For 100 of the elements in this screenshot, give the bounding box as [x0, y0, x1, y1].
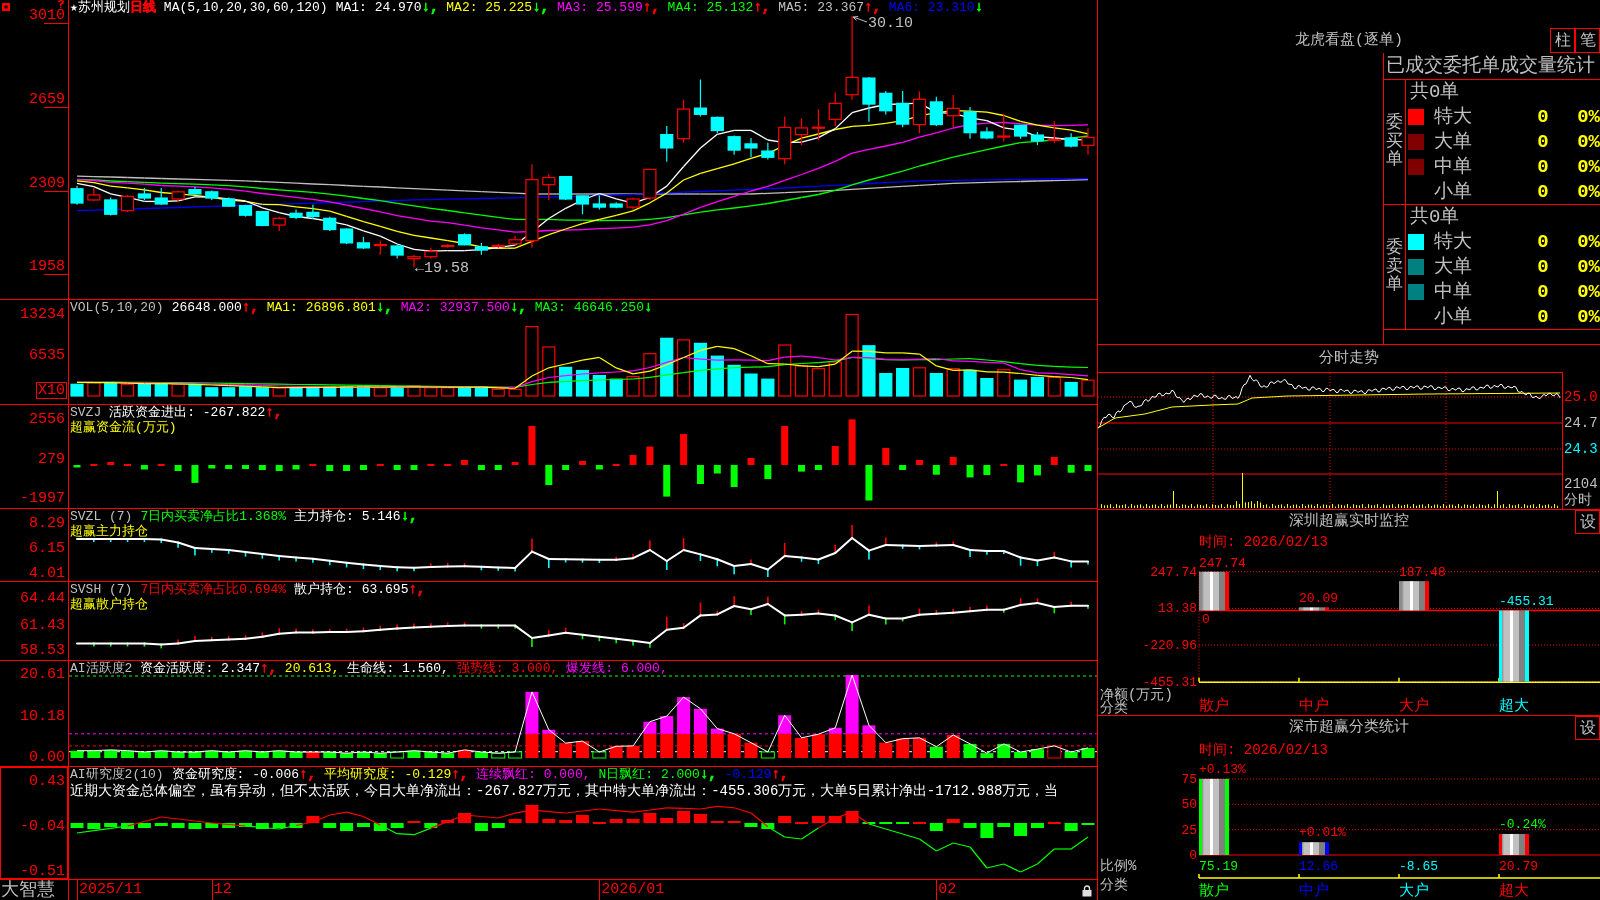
value-label: 20.79 — [1499, 859, 1538, 874]
value-label: -8.65 — [1399, 859, 1438, 874]
category-label: 超大 — [1499, 698, 1529, 715]
legend-text: 连续飘红: 0.000, — [476, 767, 591, 782]
legend-text: 资金活跃度: 2.347 — [140, 661, 260, 676]
bar — [1499, 833, 1529, 855]
trend-arrow: ↑, — [753, 0, 771, 15]
axis-label: 75 — [1181, 772, 1197, 787]
brand-label: 大智慧 — [0, 880, 55, 900]
legend-text: 20.613, — [284, 661, 340, 676]
order-size-label: 大单 — [1433, 130, 1472, 153]
legend-text: MA5: 23.367 — [778, 0, 865, 15]
axis-label: 25 — [1181, 822, 1197, 838]
price-label: 24.3 — [1564, 441, 1598, 457]
bar — [1399, 581, 1429, 611]
axis-label: 2659 — [29, 92, 65, 108]
bar — [1199, 571, 1229, 611]
order-count: 0 — [1537, 230, 1549, 253]
view-button[interactable]: 笔 — [1575, 28, 1600, 53]
axis-label: 2556 — [29, 412, 65, 428]
table-title: 已成交委托单成交量统计 — [1386, 55, 1595, 77]
value-label: 12.66 — [1299, 859, 1338, 874]
order-size-label: 小单 — [1433, 305, 1472, 328]
legend-text: MA1: 26896.801 — [266, 300, 376, 315]
axis-label: 8.29 — [29, 515, 65, 532]
legend-text: MA1: 24.970 — [335, 0, 422, 15]
order-count: 0 — [1537, 155, 1549, 178]
leader-arrow — [852, 16, 868, 23]
value-label: 75.19 — [1199, 859, 1238, 874]
order-share: 0% — [1577, 180, 1600, 203]
order-share: 0% — [1577, 105, 1600, 128]
low-price-label: ←19.58 — [415, 260, 469, 278]
legend-text: 爆发线: 6.000, — [566, 661, 668, 676]
legend-text: MA2: 32937.500 — [400, 300, 510, 315]
axis-title: 分类 — [1100, 700, 1128, 715]
axis-label: 0 — [1189, 848, 1197, 863]
order-count: 0 — [1537, 130, 1549, 153]
legend-text: 资金研究度: -0.006 — [171, 767, 300, 782]
order-size-label: 大单 — [1433, 255, 1472, 278]
axis-label: -220.96 — [1142, 638, 1197, 654]
change-label: +0.13% — [1199, 761, 1246, 777]
trend-arrow: ↓ — [643, 300, 653, 315]
change-label: +0.01% — [1299, 825, 1346, 841]
trend-arrow: ↑, — [408, 582, 426, 597]
category-label: 大户 — [1399, 883, 1429, 900]
indicator-name: ★苏州规划 — [70, 0, 130, 15]
trend-arrow: ↓, — [375, 300, 393, 315]
order-count: 0 — [1537, 255, 1549, 278]
axis-label: -0.04 — [20, 819, 65, 835]
axis-label: -0.51 — [20, 863, 65, 880]
marker-icon — [57, 0, 65, 8]
axis-label: 2309 — [29, 175, 65, 192]
value-label: 187.48 — [1399, 565, 1446, 581]
indicator-name: VOL(5,10,20) — [70, 300, 164, 315]
legend-text: MA3: 25.599 — [556, 0, 643, 15]
axis-label: 6.15 — [29, 540, 65, 557]
order-count: 0 — [1537, 105, 1549, 128]
order-share: 0% — [1577, 130, 1600, 153]
axis-label: 50 — [1181, 797, 1197, 813]
scale-label: X10 — [36, 382, 67, 399]
order-size-label: 特大 — [1433, 230, 1472, 253]
trend-arrow: ↑, — [260, 661, 277, 676]
date-label: 12 — [211, 880, 232, 900]
lock-icon[interactable] — [1082, 885, 1092, 897]
order-share: 0% — [1577, 305, 1600, 328]
axis-label: 61.43 — [20, 617, 65, 634]
order-count: 0 — [1537, 305, 1549, 328]
order-size-label: 小单 — [1433, 180, 1472, 203]
price-label: 25.0 — [1564, 389, 1598, 405]
view-button[interactable]: 柱 — [1550, 28, 1575, 53]
settings-button[interactable]: 设 — [1575, 510, 1600, 534]
legend-text: MA4: 25.132 — [667, 0, 754, 15]
axis-label: 10.18 — [20, 709, 65, 725]
legend-text: MA(5,10,20,30,60,120) — [163, 0, 328, 15]
timestamp: 时间: 2026/02/13 — [1199, 534, 1328, 550]
legend-text: 强势线: 3.000, — [456, 661, 559, 676]
change-label: -0.24% — [1499, 816, 1546, 832]
indicator-name: AI活跃度2 — [70, 661, 133, 676]
panel-title: 深市超赢分类统计 — [1289, 719, 1409, 737]
indicator-title: 超赢主力持仓 — [70, 524, 148, 539]
volume-caption: 分时 — [1564, 492, 1592, 508]
high-price-label: 30.10 — [868, 15, 914, 32]
axis-label: 6535 — [29, 348, 65, 364]
axis-label: 58.53 — [20, 642, 65, 659]
category-label: 超大 — [1499, 883, 1529, 900]
trend-arrow: ↑, — [265, 405, 283, 420]
axis-label: 20.61 — [20, 667, 65, 683]
category-label: 中户 — [1299, 698, 1329, 715]
indicator-name: SVSH (7) — [70, 582, 133, 597]
trend-arrow: ↓, — [699, 767, 717, 782]
legend-text: MA3: 46646.250 — [534, 300, 644, 315]
order-share: 0% — [1577, 230, 1600, 253]
settings-button[interactable]: 设 — [1575, 716, 1600, 740]
legend-text: 生命线: 1.560, — [347, 661, 449, 676]
axis-title: 分类 — [1100, 877, 1128, 893]
axis-label: 4.01 — [29, 565, 65, 582]
legend-text: 7日内买卖净占比0.694% — [140, 582, 287, 597]
order-size-label: 特大 — [1433, 105, 1472, 128]
axis-label: 3010 — [29, 8, 65, 25]
axis-label: 13.38 — [1158, 601, 1197, 617]
